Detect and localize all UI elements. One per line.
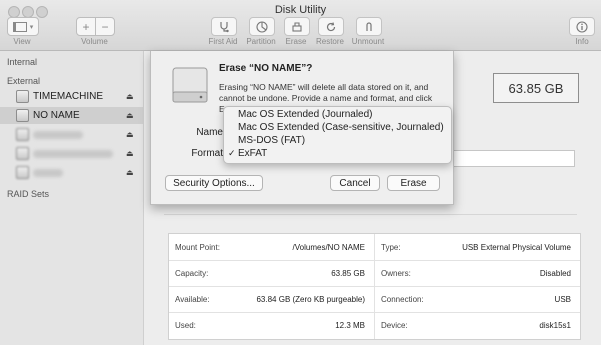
view-button[interactable]: ▾ [7, 17, 39, 36]
sidebar-item-label: TIMEMACHINE [33, 91, 103, 102]
restore-icon [326, 21, 336, 31]
partition-button[interactable] [249, 17, 275, 36]
sidebar-header-internal: Internal [7, 57, 38, 67]
type-key: Type: [381, 243, 401, 252]
eject-icon[interactable]: ⏏ [126, 92, 134, 101]
divider [164, 214, 577, 215]
mount-point-value: /Volumes/NO NAME [292, 243, 365, 252]
checkmark-icon: ✓ [228, 148, 236, 158]
owners-key: Owners: [381, 269, 411, 278]
restore-label: Restore [315, 37, 344, 46]
external-disk-icon [16, 128, 29, 141]
obscured-label [33, 150, 113, 158]
external-disk-icon [16, 90, 29, 103]
volume-info-table: Mount Point: /Volumes/NO NAME Capacity: … [168, 233, 581, 340]
info-icon [576, 20, 588, 33]
obscured-label [33, 169, 63, 177]
info-label: Info [575, 37, 589, 46]
used-value: 12.3 MB [335, 321, 365, 330]
device-key: Device: [381, 321, 408, 330]
row-divider [169, 286, 580, 287]
menu-item-mac-os-extended-journaled[interactable]: Mac OS Extended (Journaled) [224, 109, 451, 122]
eject-icon[interactable]: ⏏ [126, 168, 134, 177]
external-disk-icon [172, 67, 208, 103]
eject-icon[interactable]: ⏏ [126, 130, 134, 139]
format-popup-menu: Mac OS Extended (Journaled) Mac OS Exten… [223, 106, 452, 164]
sidebar-item-obscured[interactable]: ⏏ [0, 126, 143, 143]
external-disk-icon [16, 109, 29, 122]
partition-icon [256, 20, 268, 33]
remove-volume-button[interactable]: − [95, 17, 115, 36]
unmount-button[interactable] [356, 17, 382, 36]
dialog-title: Erase “NO NAME”? [219, 63, 313, 74]
view-label: View [13, 37, 31, 46]
first-aid-label: First Aid [208, 37, 238, 46]
sidebar-item-label: NO NAME [33, 110, 80, 121]
connection-key: Connection: [381, 295, 424, 304]
menu-item-ms-dos-fat[interactable]: MS-DOS (FAT) [224, 135, 451, 148]
type-value: USB External Physical Volume [462, 243, 571, 252]
capacity-value: 63.85 GB [331, 269, 365, 278]
menu-item-mac-os-extended-case-sensitive[interactable]: Mac OS Extended (Case-sensitive, Journal… [224, 122, 451, 135]
name-label: Name [196, 127, 223, 138]
obscured-label [33, 131, 83, 139]
volume-label: Volume [81, 37, 108, 46]
first-aid-button[interactable] [211, 17, 237, 36]
capacity-key: Capacity: [175, 269, 209, 278]
format-label: Format [191, 148, 223, 159]
unmount-icon [366, 21, 372, 31]
row-divider [169, 312, 580, 313]
unmount-label: Unmount [351, 37, 385, 46]
row-divider [169, 260, 580, 261]
erase-confirm-button[interactable]: Erase [387, 175, 440, 191]
window-title: Disk Utility [274, 4, 327, 16]
connection-value: USB [554, 295, 571, 304]
minus-icon: − [101, 19, 109, 34]
toolbar: Disk Utility ▾ View + − Volume First Aid… [0, 0, 601, 51]
owners-value: Disabled [539, 269, 571, 278]
erase-label: Erase [285, 37, 307, 46]
stethoscope-icon [220, 21, 229, 32]
sidebar-item-timemachine[interactable]: TIMEMACHINE ⏏ [0, 88, 143, 105]
external-disk-icon [16, 147, 29, 160]
available-key: Available: [175, 295, 210, 304]
external-disk-icon [16, 166, 29, 179]
sidebar-header-raid: RAID Sets [7, 189, 50, 199]
sidebar-item-obscured[interactable]: ⏏ [0, 164, 143, 181]
sidebar-item-obscured[interactable]: ⏏ [0, 145, 143, 162]
used-key: Used: [175, 321, 196, 330]
add-volume-button[interactable]: + [76, 17, 96, 36]
sidebar-item-no-name[interactable]: NO NAME ⏏ [0, 107, 143, 124]
sidebar-toggle-icon [12, 21, 27, 32]
capacity-display: 63.85 GB [493, 73, 579, 103]
sidebar-header-external: External [7, 76, 41, 86]
cancel-button[interactable]: Cancel [330, 175, 380, 191]
available-value: 63.84 GB (Zero KB purgeable) [256, 295, 365, 304]
volume-name-field-background [452, 150, 575, 167]
plus-icon: + [82, 19, 90, 34]
restore-button[interactable] [318, 17, 344, 36]
partition-label: Partition [246, 37, 276, 46]
chevron-down-icon: ▾ [29, 23, 34, 31]
menu-item-exfat[interactable]: ✓ ExFAT [224, 148, 451, 161]
eraser-icon [292, 21, 302, 32]
mount-point-key: Mount Point: [175, 243, 220, 252]
security-options-button[interactable]: Security Options... [165, 175, 263, 191]
device-value: disk15s1 [539, 321, 571, 330]
sidebar: Internal External TIMEMACHINE ⏏ NO NAME … [0, 51, 144, 345]
eject-icon[interactable]: ⏏ [126, 111, 134, 120]
erase-button[interactable] [284, 17, 310, 36]
info-button[interactable] [569, 17, 595, 36]
eject-icon[interactable]: ⏏ [126, 149, 134, 158]
